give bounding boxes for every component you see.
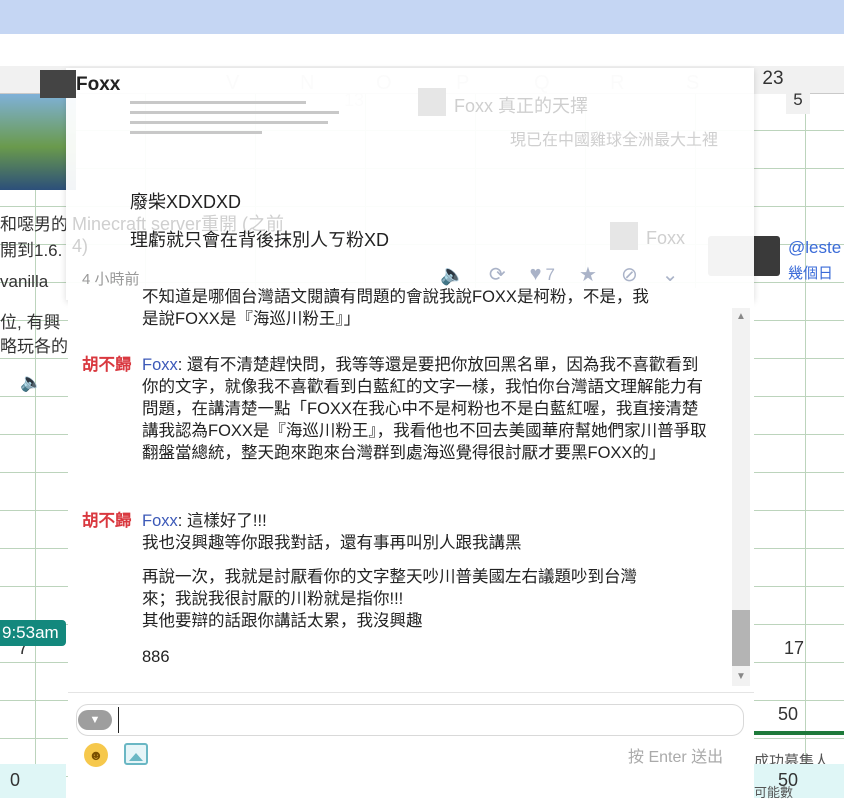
scroll-thumb[interactable] (732, 610, 750, 666)
ghost-foxx-title: Foxx 真正的天擇 (454, 96, 589, 116)
cell-value-0: 0 (10, 770, 21, 790)
left-post-line2: 開到1.6. (0, 241, 63, 260)
post-timestamp[interactable]: 4 小時前 (82, 268, 140, 289)
post-author-name[interactable]: Foxx (76, 74, 120, 96)
minecraft-thumbnail[interactable] (0, 94, 76, 190)
left-post-line1: 和噁男的 (0, 215, 68, 234)
right-username[interactable]: @leste (788, 238, 841, 258)
progress-line (754, 731, 844, 735)
collapse-toggle-icon[interactable]: ▼ (78, 710, 112, 730)
comment-author[interactable]: 胡不歸 (82, 354, 132, 376)
comment-body: Foxx: 還有不清楚趕快問，我等等還是要把你放回黑名單，因為我不喜歡看到你的文… (142, 354, 712, 464)
comment-text: : 這樣好了!!! (177, 512, 267, 530)
cell-value-17: 17 (784, 638, 805, 658)
ghost-foxx-2: Foxx (646, 228, 686, 248)
time-badge: 9:53am (0, 620, 66, 646)
extra-bottom-label: 可能數 (754, 785, 794, 800)
cell-value-5: 5 (786, 90, 810, 114)
comment-continuation: 886 (142, 648, 170, 666)
comment-body: Foxx: 這樣好了!!! 我也沒興趣等你跟我對話，還有事再叫別人跟我講黑 (142, 510, 712, 554)
ghost-avatar (418, 88, 446, 116)
thread-scrollbar[interactable]: ▲ ▼ (732, 308, 750, 686)
mention-link[interactable]: Foxx (142, 512, 178, 530)
ghost-avatar-2 (610, 222, 638, 250)
enter-send-hint: 按 Enter 送出 (628, 749, 724, 766)
attached-image[interactable] (130, 94, 350, 164)
comment-continuation: 再說一次，我就是討厭看你的文字整天吵川普美國左右議題吵到台灣 來；我說我很討厭的… (142, 566, 712, 632)
chevron-down-icon[interactable]: ⌄ (662, 262, 679, 287)
comment-text: : 還有不清楚趕快問，我等等還是要把你放回黑名單，因為我不喜歡看到你的文字，就像… (142, 356, 707, 462)
emoji-icon[interactable]: ☻ (84, 743, 108, 767)
right-post-text: 幾個日 (788, 265, 834, 282)
text-caret (118, 707, 119, 733)
comment-thread: 不知道是哪個台灣語文閱讀有問題的會說我說FOXX是柯粉，不是，我 是說FOXX是… (68, 288, 754, 692)
comment-text: 我也沒興趣等你跟我對話，還有事再叫別人跟我講黑 (142, 534, 522, 552)
speaker-icon[interactable]: 🔈 (20, 372, 42, 393)
post-actions: 🔈 ⟳ ♥ 7 ★ ⊘ ⌄ (440, 262, 678, 287)
scroll-up-arrow-icon[interactable]: ▲ (732, 310, 750, 324)
comment-text: 再說一次，我就是討厭看你的文字整天吵川普美國左右議題吵到台灣 (142, 568, 637, 586)
post-line-1: 廢柴XDXDXD (130, 192, 242, 212)
comment-author[interactable]: 胡不歸 (82, 510, 132, 532)
browser-top-bar (0, 0, 844, 34)
left-post-line5: 略玩各的 (0, 337, 68, 356)
cell-value-50: 50 (778, 704, 799, 724)
speaker-icon[interactable]: 🔈 (440, 262, 465, 287)
comment-continuation-line2: 是說FOXX是『海巡川粉王』」 (142, 310, 361, 328)
block-icon[interactable]: ⊘ (621, 262, 638, 287)
ghost-foxx-sub: 現已在中國雞球全洲最大土裡 (510, 132, 719, 149)
scroll-down-arrow-icon[interactable]: ▼ (732, 670, 750, 684)
refresh-icon[interactable]: ⟳ (489, 262, 506, 287)
post-line-2: 理虧就只會在背後抹別人ㄎ粉XD (130, 230, 390, 250)
mention-link[interactable]: Foxx (142, 356, 178, 374)
comment-compose: ▼ ☻ 按 Enter 送出 (68, 692, 754, 798)
ghost-version: 4) (72, 236, 89, 256)
like-count: 7 (545, 264, 556, 284)
heart-icon: ♥ (529, 263, 542, 285)
comment-text: 其他要辯的話跟你講話太累，我沒興趣 (142, 612, 423, 630)
like-button[interactable]: ♥ 7 (530, 263, 555, 286)
left-post-line4: 位, 有興 (0, 313, 61, 332)
foxx-avatar[interactable] (40, 70, 76, 98)
star-icon[interactable]: ★ (579, 262, 597, 287)
comment-text: 來；我說我很討厭的川粉就是指你!!! (142, 590, 404, 608)
comment-continuation-line1: 不知道是哪個台灣語文閱讀有問題的會說我說FOXX是柯粉，不是，我 (142, 288, 649, 306)
comment-input[interactable] (76, 704, 744, 736)
comment-continuation: 不知道是哪個台灣語文閱讀有問題的會說我說FOXX是柯粉，不是，我 是說FOXX是… (142, 288, 712, 330)
image-upload-icon[interactable] (124, 743, 148, 765)
left-post-line3: vanilla (0, 272, 49, 291)
